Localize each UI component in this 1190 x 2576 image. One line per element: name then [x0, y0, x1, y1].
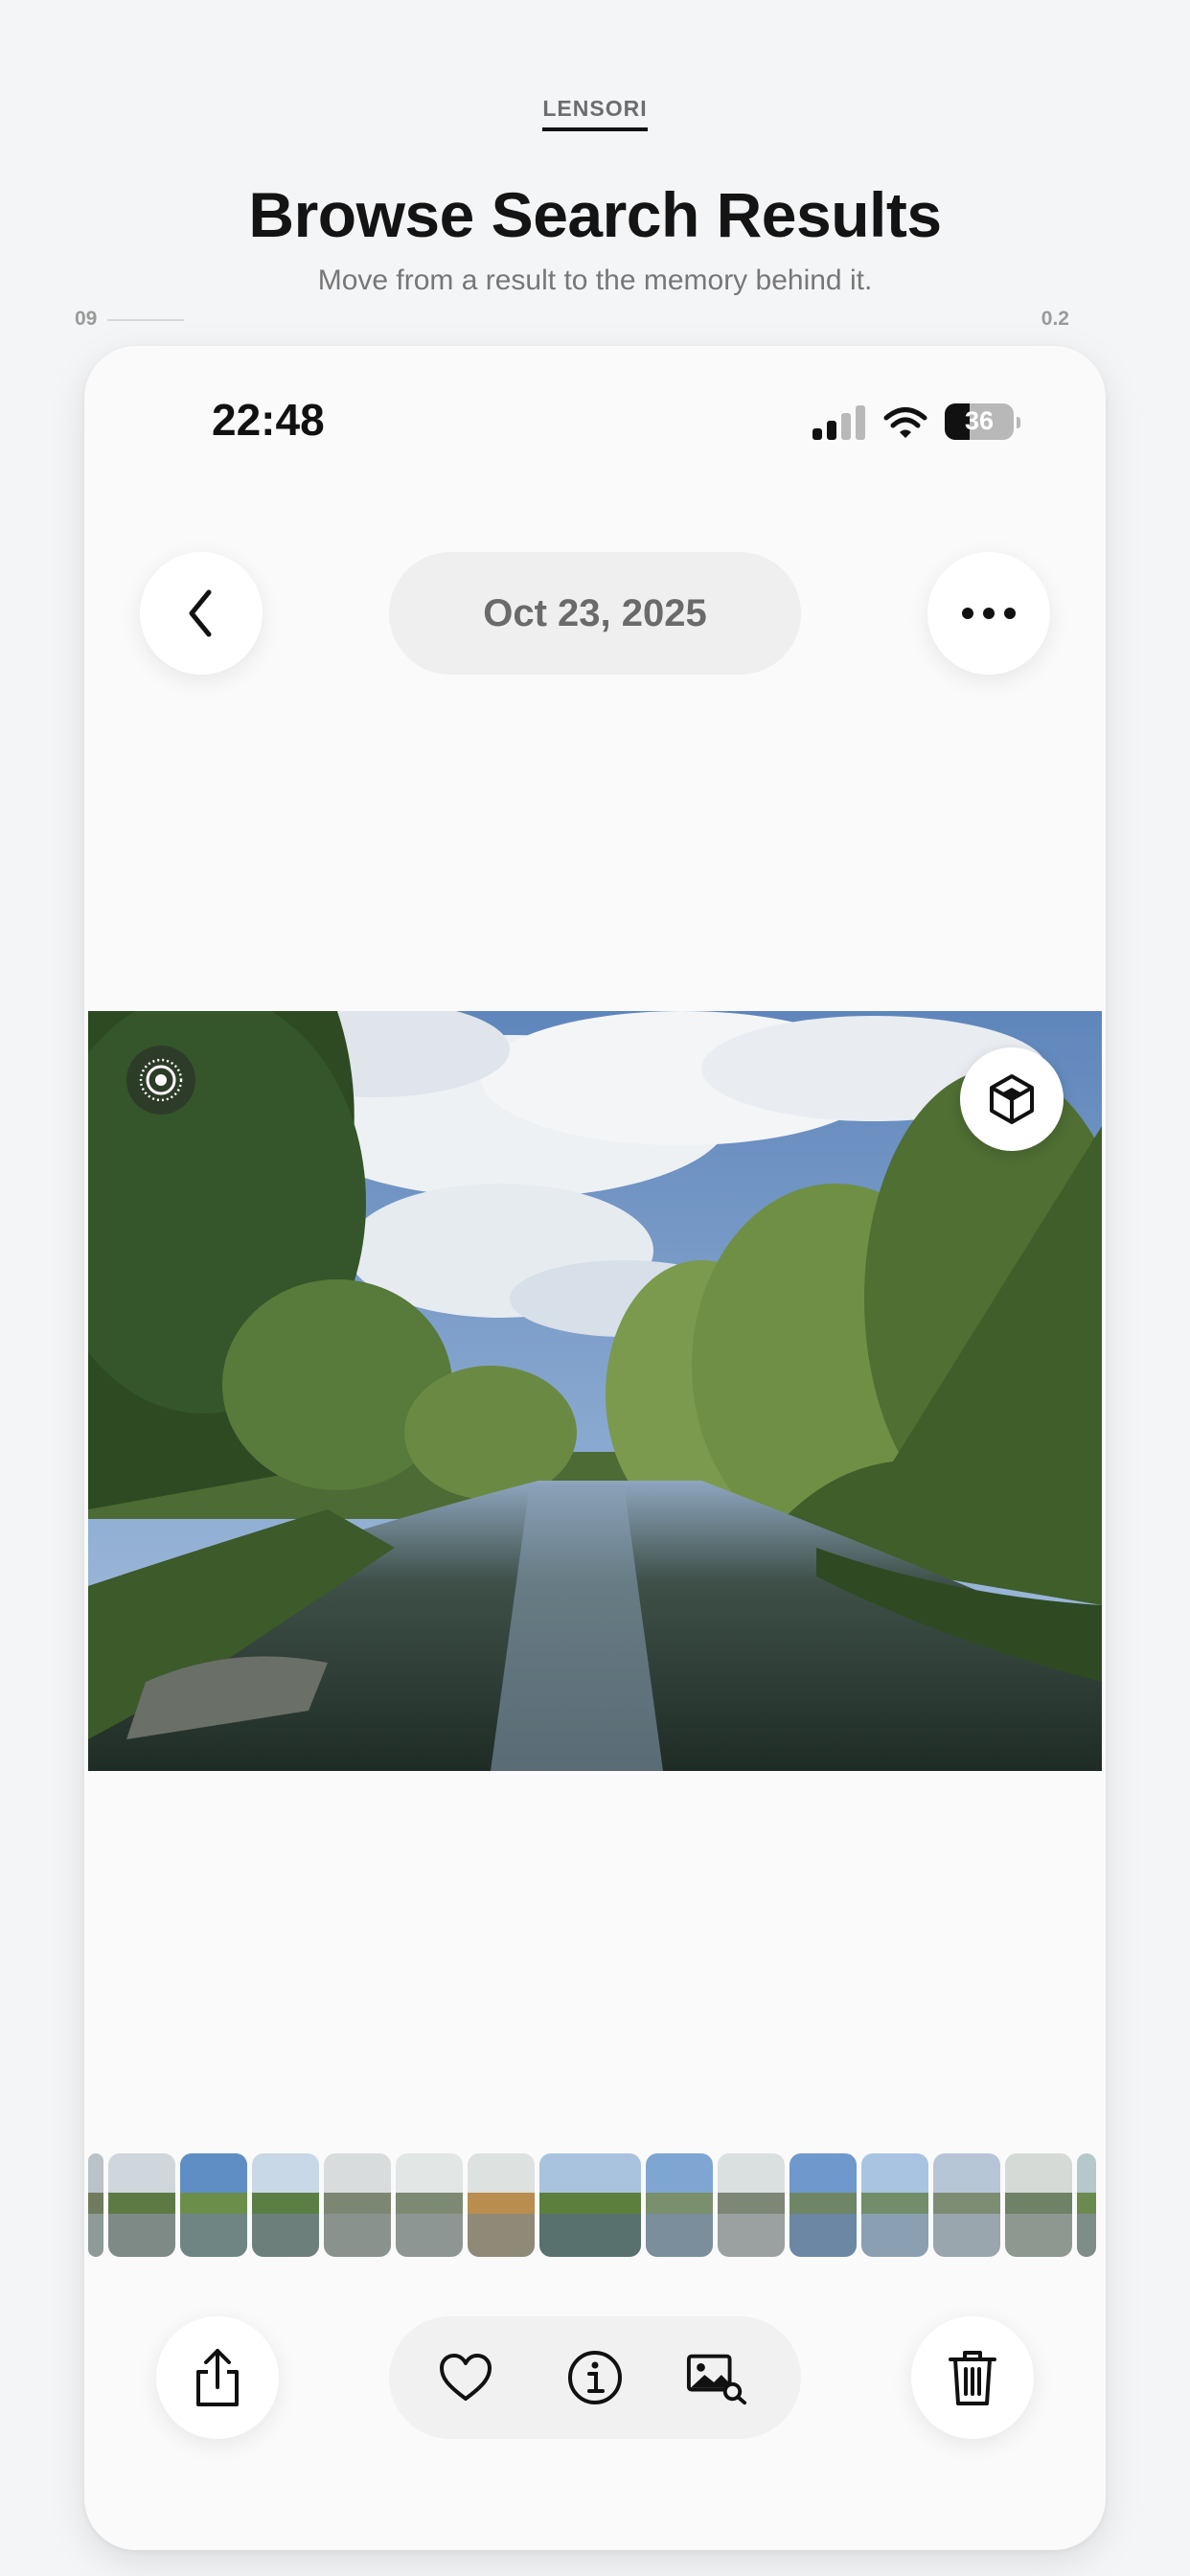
cellular-signal-icon	[812, 405, 866, 440]
thumbnail-trees	[933, 2193, 1000, 2216]
share-button[interactable]	[156, 2316, 279, 2439]
thumbnail-trees	[861, 2193, 928, 2216]
thumbnail-water	[108, 2213, 175, 2257]
filmstrip-thumbnail[interactable]	[718, 2153, 785, 2257]
page-subtitle: Move from a result to the memory behind …	[317, 264, 873, 296]
filmstrip-thumbnail[interactable]	[790, 2153, 857, 2257]
phone-screen: 22:48 36 Oct 23, 2025	[84, 346, 1106, 2550]
share-icon	[196, 2349, 239, 2406]
info-button[interactable]	[564, 2347, 626, 2408]
filmstrip-thumbnail[interactable]	[1005, 2153, 1072, 2257]
thumbnail-trees	[252, 2193, 319, 2216]
signal-bar	[841, 413, 851, 440]
thumbnail-trees	[396, 2193, 463, 2216]
filmstrip-thumbnail[interactable]	[646, 2153, 713, 2257]
battery-icon: 36	[945, 403, 1014, 440]
image-search-icon	[686, 2354, 747, 2405]
battery-tip	[1017, 417, 1020, 428]
signal-bar	[827, 421, 836, 440]
live-photo-icon	[139, 1058, 183, 1102]
thumbnail-trees	[324, 2193, 391, 2216]
wifi-icon	[883, 407, 927, 438]
filmstrip-thumbnail[interactable]	[252, 2153, 319, 2257]
thumbnail-trees	[1077, 2193, 1096, 2216]
thumbnail-water	[539, 2213, 641, 2257]
thumbnail-trees	[539, 2193, 641, 2216]
filmstrip-thumbnail[interactable]	[108, 2153, 175, 2257]
thumbnail-trees	[790, 2193, 857, 2216]
more-options-button[interactable]	[927, 552, 1050, 675]
page-title: Browse Search Results	[248, 179, 942, 250]
chevron-left-icon	[189, 589, 212, 637]
thumbnail-water	[180, 2213, 247, 2257]
thumbnail-water	[252, 2213, 319, 2257]
cube-icon	[990, 1074, 1034, 1124]
thumbnail-water	[396, 2213, 463, 2257]
thumbnail-trees	[88, 2193, 103, 2216]
thumbnail-trees	[108, 2193, 175, 2216]
filmstrip-thumbnail[interactable]	[933, 2153, 1000, 2257]
filmstrip-thumbnail[interactable]	[88, 2153, 103, 2257]
filmstrip-thumbnail[interactable]	[180, 2153, 247, 2257]
thumbnail-trees	[718, 2193, 785, 2216]
filmstrip-thumbnail[interactable]	[1077, 2153, 1096, 2257]
main-photo[interactable]	[88, 1011, 1102, 1771]
visual-search-button[interactable]	[686, 2347, 747, 2408]
photo-date[interactable]: Oct 23, 2025	[389, 552, 801, 675]
brand-label: LENSORI	[0, 96, 1190, 131]
signal-bar	[856, 405, 865, 440]
heart-icon	[440, 2354, 492, 2401]
filmstrip[interactable]	[88, 2153, 1102, 2257]
thumbnail-water	[646, 2213, 713, 2257]
trash-icon	[949, 2351, 996, 2405]
thumbnail-trees	[180, 2193, 247, 2216]
filmstrip-thumbnail[interactable]	[324, 2153, 391, 2257]
filmstrip-thumbnail[interactable]	[468, 2153, 535, 2257]
version-label: 0.2	[1041, 308, 1069, 330]
thumbnail-water	[1077, 2213, 1096, 2257]
step-divider	[107, 319, 184, 321]
photo-image	[88, 1011, 1102, 1771]
back-button[interactable]	[140, 552, 263, 675]
signal-bar	[812, 428, 822, 440]
thumbnail-trees	[1005, 2193, 1072, 2216]
spatial-view-button[interactable]	[960, 1047, 1064, 1151]
step-number: 09	[75, 308, 98, 330]
favorite-button[interactable]	[435, 2347, 496, 2408]
thumbnail-water	[468, 2213, 535, 2257]
battery-percent: 36	[964, 406, 995, 435]
thumbnail-water	[324, 2213, 391, 2257]
thumbnail-water	[933, 2213, 1000, 2257]
filmstrip-thumbnail[interactable]	[861, 2153, 928, 2257]
toolbar-actions	[389, 2316, 801, 2439]
status-time: 22:48	[212, 395, 325, 445]
info-icon	[568, 2351, 622, 2404]
brand-text: LENSORI	[542, 96, 648, 131]
ellipsis-icon	[962, 608, 1016, 619]
delete-button[interactable]	[911, 2316, 1034, 2439]
filmstrip-thumbnail-selected[interactable]	[539, 2153, 641, 2257]
thumbnail-water	[861, 2213, 928, 2257]
thumbnail-water	[790, 2213, 857, 2257]
thumbnail-water	[718, 2213, 785, 2257]
thumbnail-water	[88, 2213, 103, 2257]
thumbnail-water	[1005, 2213, 1072, 2257]
thumbnail-trees	[646, 2193, 713, 2216]
filmstrip-thumbnail[interactable]	[396, 2153, 463, 2257]
live-photo-button[interactable]	[126, 1046, 195, 1115]
thumbnail-trees	[468, 2193, 535, 2216]
